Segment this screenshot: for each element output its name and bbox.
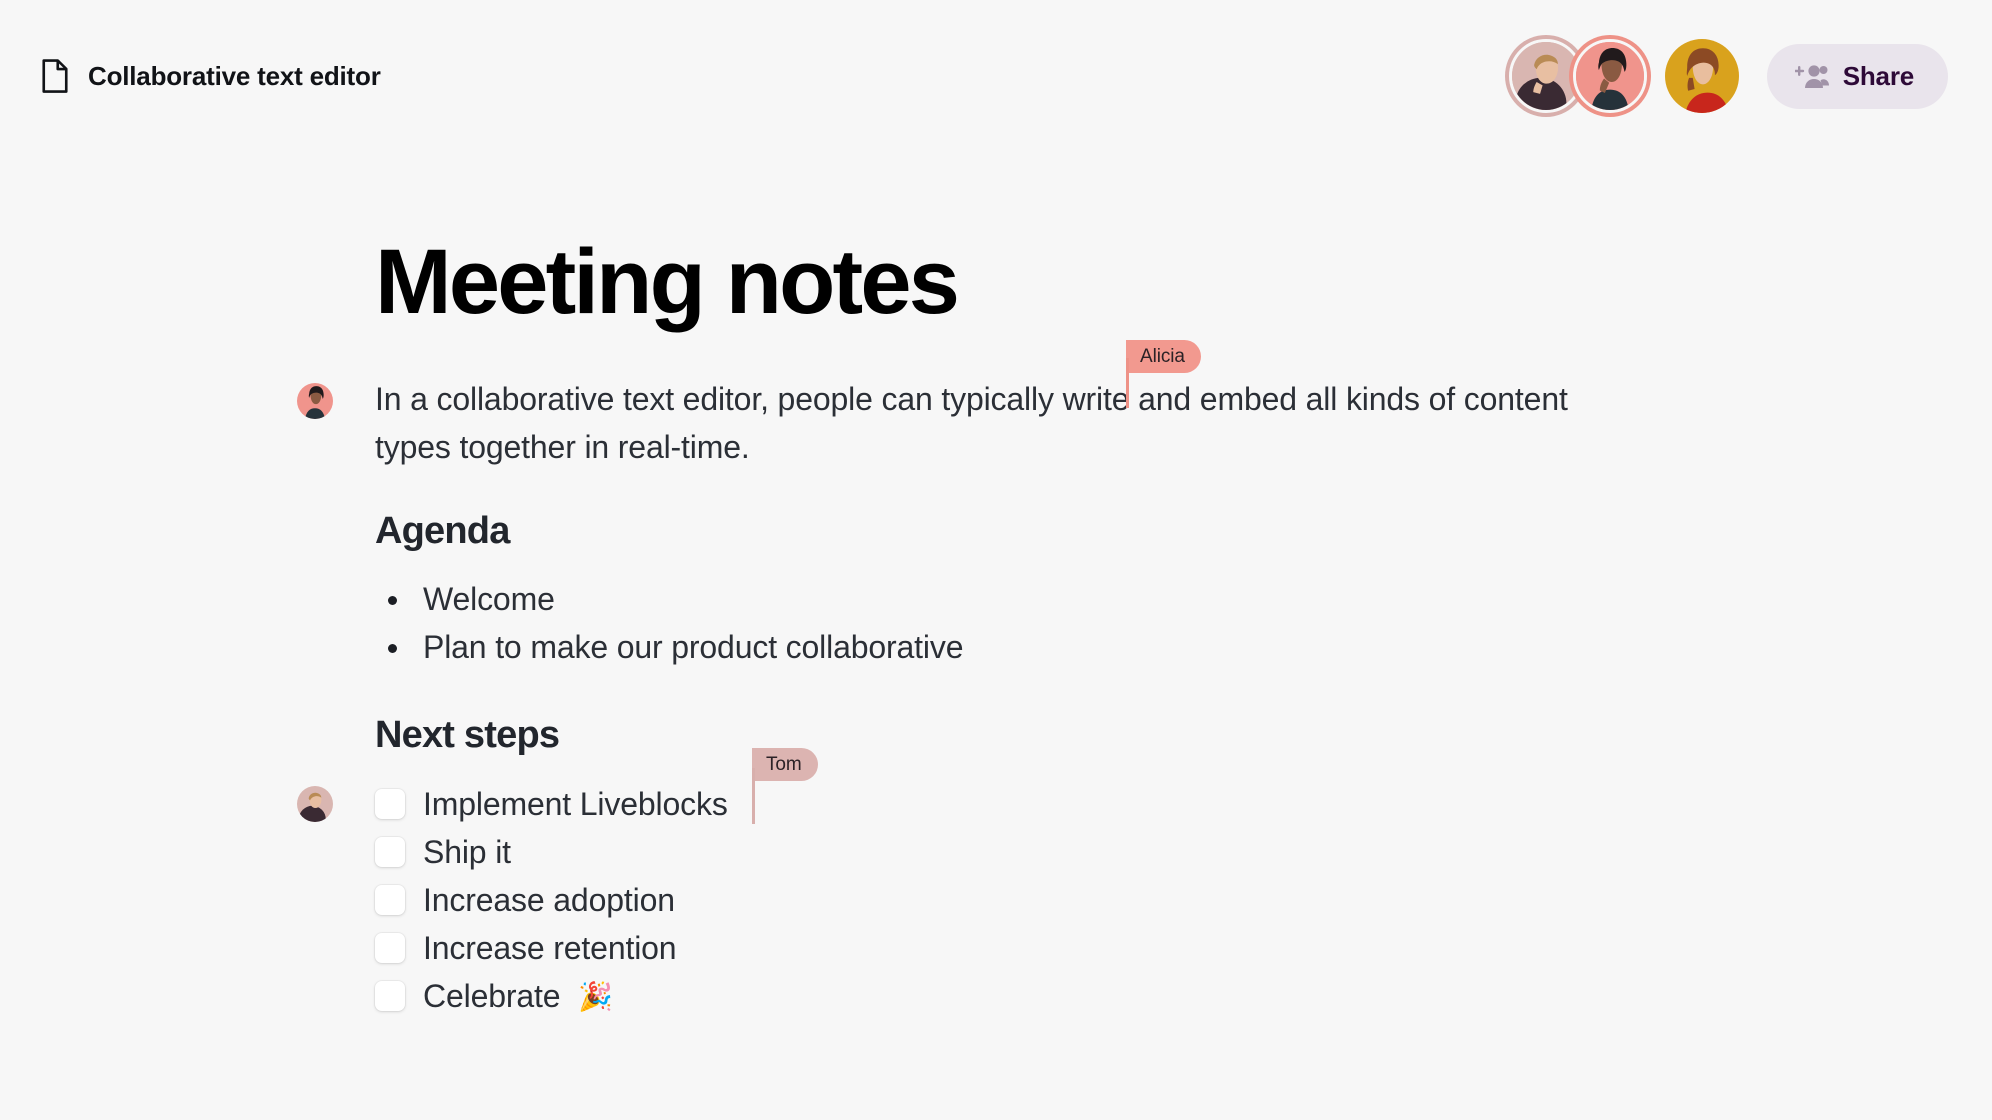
checkbox-label: Celebrate: [423, 978, 561, 1014]
gutter-avatar-tom: [297, 786, 333, 822]
cursor-flag-label: Tom: [752, 748, 818, 781]
paragraph-text-after-cursor: write and embed all kinds of: [1053, 381, 1456, 417]
page-title: Collaborative text editor: [88, 60, 381, 91]
checkbox-ship-it[interactable]: [375, 837, 405, 867]
list-item[interactable]: Celebrate 🎉: [375, 972, 728, 1020]
avatar-alicia[interactable]: [1568, 35, 1651, 117]
checkbox-label: Implement Liveblocks: [423, 786, 728, 822]
list-item[interactable]: Plan to make our product collaborative: [375, 623, 964, 671]
checkbox-increase-retention[interactable]: [375, 933, 405, 963]
intro-paragraph[interactable]: In a collaborative text editor, people c…: [375, 375, 1605, 471]
header-left-group: Collaborative text editor: [40, 58, 381, 94]
share-button-label: Share: [1842, 60, 1914, 91]
avatar-stack: [1504, 35, 1739, 117]
paragraph-text-before-cursor: In a collaborative text editor, people c…: [375, 381, 1054, 417]
list-item[interactable]: Increase adoption: [375, 876, 728, 924]
list-item[interactable]: Increase retention: [375, 924, 728, 972]
bullet-label: Welcome: [423, 581, 555, 617]
checkbox-celebrate[interactable]: [375, 981, 405, 1011]
checkbox-implement-liveblocks[interactable]: [375, 789, 405, 819]
avatar-image-alicia: [1572, 39, 1647, 113]
gutter-avatar-alicia: [297, 383, 333, 419]
bullet-label: Plan to make our product collaborative: [423, 629, 964, 665]
agenda-bullet-list: Welcome Plan to make our product collabo…: [375, 575, 964, 671]
header-right-group: Share: [1504, 35, 1948, 117]
list-item[interactable]: Implement Liveblocks: [375, 780, 728, 828]
list-item[interactable]: Welcome: [375, 575, 963, 623]
cursor-flag-label: Alicia: [1126, 340, 1201, 373]
document-icon: [42, 59, 68, 93]
cursor-caret: [752, 768, 755, 824]
party-popper-icon: 🎉: [578, 980, 614, 1012]
intro-paragraph-block[interactable]: In a collaborative text editor, people c…: [375, 375, 1605, 471]
app-header: Collaborative text editor Share: [0, 0, 1992, 152]
checkbox-label: Ship it: [423, 834, 511, 870]
checkbox-label: Increase retention: [423, 930, 677, 966]
share-button[interactable]: Share: [1766, 43, 1948, 109]
checkbox-label: Increase adoption: [423, 882, 675, 918]
avatar-current-user[interactable]: [1664, 39, 1739, 113]
section-heading-next-steps: Next steps: [375, 714, 560, 756]
document-heading: Meeting notes: [375, 231, 960, 333]
section-heading-agenda: Agenda: [375, 510, 510, 552]
person-add-icon: [1794, 65, 1829, 88]
list-item[interactable]: Ship it: [375, 828, 728, 876]
checkbox-increase-adoption[interactable]: [375, 885, 405, 915]
next-steps-checklist: Implement Liveblocks Ship it Increase ad…: [375, 780, 728, 1020]
